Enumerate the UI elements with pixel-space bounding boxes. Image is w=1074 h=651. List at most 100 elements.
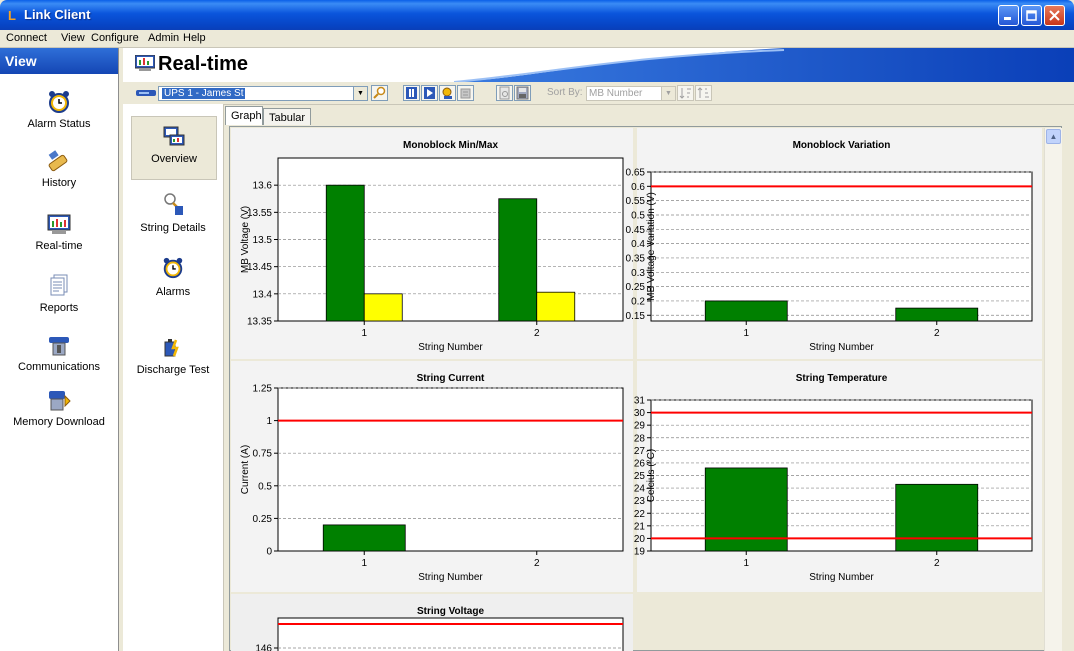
menu-configure[interactable]: Configure	[91, 32, 139, 44]
x-axis-label: String Number	[418, 572, 483, 583]
nav-memory-download[interactable]: Memory Download	[0, 388, 118, 428]
y-tick-label: 21	[634, 521, 646, 532]
maximize-icon	[1022, 6, 1041, 25]
save-icon	[516, 86, 529, 100]
tab-tabular[interactable]: Tabular	[263, 108, 311, 125]
x-tick-label: 1	[361, 558, 367, 569]
y-tick-label: 146	[255, 644, 272, 651]
close-button[interactable]	[1044, 5, 1065, 26]
pause-button[interactable]	[403, 85, 420, 101]
subnav-discharge-test[interactable]: Discharge Test	[131, 336, 215, 376]
memory-download-icon	[49, 391, 71, 411]
y-tick-label: 0.45	[626, 225, 646, 236]
alarm-settings-button[interactable]	[439, 85, 456, 101]
chevron-down-icon[interactable]: ▼	[661, 87, 675, 100]
pause-icon	[406, 87, 417, 99]
alarm-settings-icon	[442, 87, 452, 99]
nav-label: Communications	[18, 361, 100, 373]
menu-view[interactable]: View	[61, 32, 85, 44]
y-tick-label: 0.75	[253, 449, 273, 460]
bar	[895, 307, 979, 322]
y-tick-label: 0.2	[631, 296, 645, 307]
view-panel: View Alarm Status History Real-time Repo…	[0, 48, 119, 651]
nav-reports[interactable]: Reports	[0, 274, 118, 314]
y-tick-label: 31	[634, 396, 646, 407]
play-icon	[424, 87, 435, 99]
x-tick-label: 2	[934, 558, 940, 569]
nav-communications[interactable]: Communications	[0, 333, 118, 373]
nav-realtime[interactable]: Real-time	[0, 212, 118, 252]
tab-graph[interactable]: Graph	[225, 106, 263, 125]
menu-connect[interactable]: Connect	[6, 32, 47, 44]
header-swoosh	[454, 48, 1074, 82]
chart-title: String Voltage	[417, 606, 484, 617]
bar	[325, 184, 365, 322]
plot-area	[277, 617, 624, 651]
maximize-button[interactable]	[1021, 5, 1042, 26]
subnav-string-details[interactable]: String Details	[131, 192, 215, 234]
x-axis-label: String Number	[418, 342, 483, 353]
y-tick-label: 13.35	[247, 317, 272, 328]
subnav-alarms[interactable]: Alarms	[131, 256, 215, 298]
x-axis-label: String Number	[809, 342, 874, 353]
y-tick-label: 25	[634, 471, 646, 482]
sort-ascending-button[interactable]	[695, 85, 712, 101]
menu-help[interactable]: Help	[183, 32, 206, 44]
ups-select-value: UPS 1 - James St	[162, 88, 246, 99]
y-tick-label: 0	[266, 547, 272, 558]
scroll-up-button[interactable]: ▲	[1046, 129, 1061, 144]
chevron-down-icon[interactable]: ▼	[353, 87, 367, 100]
page-header: Real-time	[123, 48, 1074, 82]
vertical-scrollbar[interactable]: ▲	[1044, 128, 1062, 651]
view-panel-title: View	[0, 48, 118, 74]
x-tick-label: 2	[934, 328, 940, 339]
sort-by-label: Sort By:	[547, 87, 583, 98]
ups-device-icon	[136, 90, 156, 96]
bar	[498, 198, 538, 322]
search-button[interactable]	[371, 85, 388, 101]
minimize-icon	[999, 6, 1018, 25]
y-axis-label: Current (A)	[240, 445, 251, 494]
sort-descending-button[interactable]	[677, 85, 694, 101]
y-tick-label: 0.6	[631, 182, 645, 193]
nav-label: Real-time	[35, 240, 83, 252]
play-button[interactable]	[421, 85, 438, 101]
y-tick-label: 13.6	[253, 181, 273, 192]
nav-history[interactable]: History	[0, 149, 118, 189]
nav-label: Alarm Status	[27, 118, 91, 130]
bar	[895, 483, 979, 552]
sort-by-value: MB Number	[589, 88, 643, 99]
disabled-tool-button[interactable]	[457, 85, 474, 101]
sort-descending-icon	[679, 88, 691, 99]
sort-by-select[interactable]: MB Number ▼	[586, 86, 676, 101]
menu-admin[interactable]: Admin	[148, 32, 179, 44]
title-bar[interactable]: L Link Client	[0, 0, 1074, 30]
y-tick-label: 30	[634, 408, 646, 419]
plot-area	[650, 171, 1033, 322]
x-tick-label: 1	[743, 328, 749, 339]
y-axis-label: Celcius (°C)	[646, 449, 657, 502]
chart-title: String Current	[417, 373, 485, 384]
recycle-icon	[460, 88, 471, 99]
communications-icon	[49, 337, 69, 356]
y-axis-label: MB Voltage (V)	[240, 206, 251, 273]
minimize-button[interactable]	[998, 5, 1019, 26]
x-tick-label: 1	[361, 328, 367, 339]
toolbar: UPS 1 - James St ▼ Sort By: MB Number ▼	[123, 82, 1074, 105]
overview-icon	[163, 126, 185, 146]
reports-icon	[50, 274, 68, 296]
nav-label: History	[41, 177, 77, 189]
charts-canvas: Monoblock Min/Max13.613.5513.513.4513.41…	[231, 128, 1042, 651]
ups-select[interactable]: UPS 1 - James St ▼	[158, 86, 368, 101]
y-tick-label: 0.55	[626, 196, 646, 207]
y-axis-label: MB Voltage Variation (V)	[646, 192, 657, 301]
subnav-label: Overview	[151, 153, 197, 165]
app-window: L Link Client Connect View Configure Adm…	[0, 0, 1074, 651]
nav-alarm-status[interactable]: Alarm Status	[0, 90, 118, 130]
print-preview-icon	[499, 86, 510, 100]
x-tick-label: 1	[743, 558, 749, 569]
print-preview-button[interactable]	[496, 85, 513, 101]
subnav-overview[interactable]: Overview	[131, 116, 217, 180]
y-tick-label: 26	[634, 458, 646, 469]
save-button[interactable]	[514, 85, 531, 101]
